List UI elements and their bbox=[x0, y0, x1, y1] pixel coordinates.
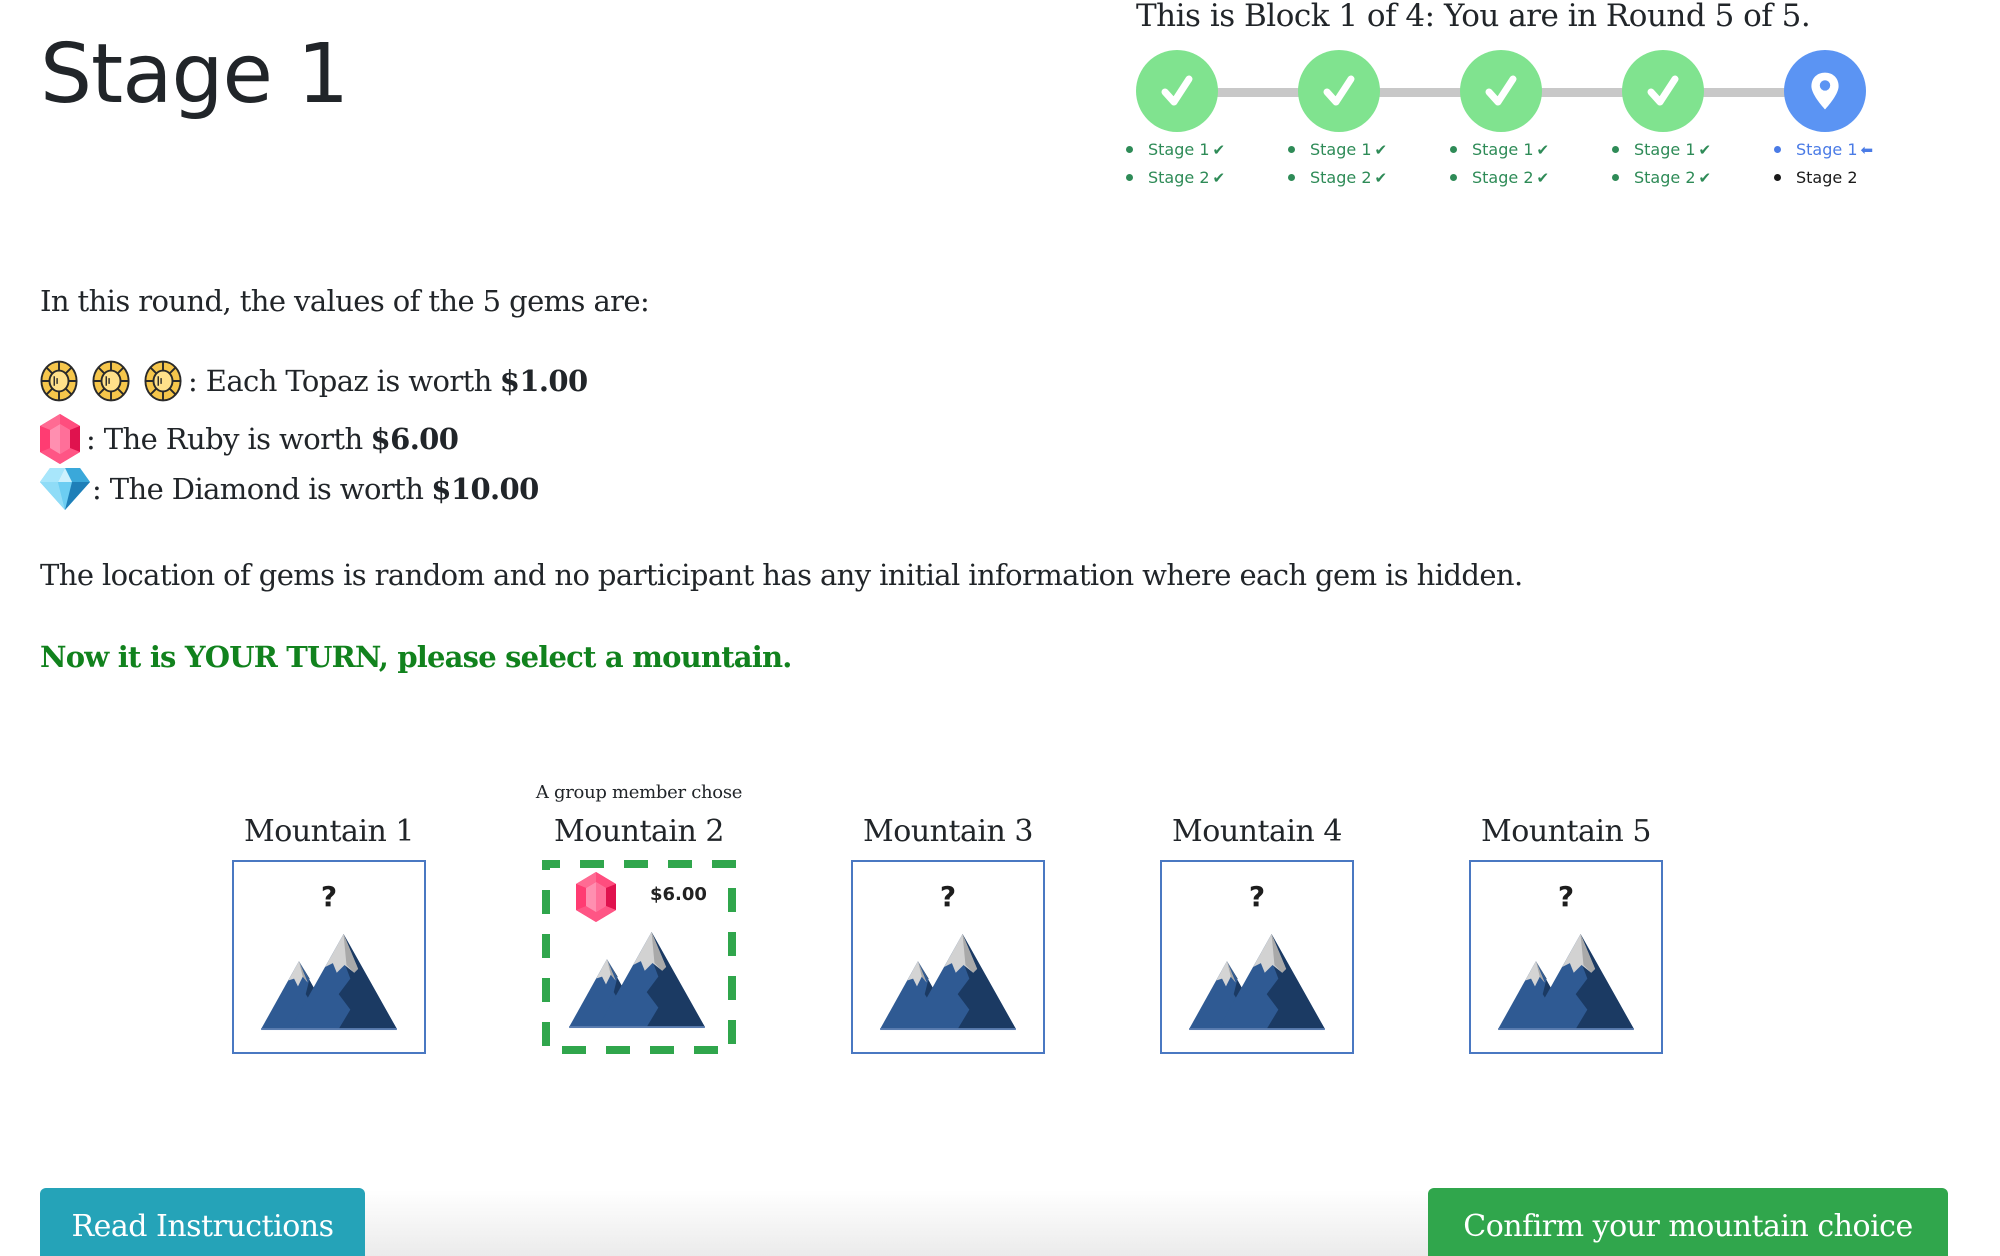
mountain-1-option[interactable]: ? bbox=[232, 860, 426, 1054]
round-step-3: Stage 1 ✔ Stage 2 ✔ bbox=[1450, 50, 1549, 187]
round-stage-list: Stage 1 ✔ Stage 2 ✔ bbox=[1286, 136, 1387, 192]
checkmark-icon: ✔ bbox=[1212, 141, 1226, 159]
round-stage-list: Stage 1 ✔ Stage 2 ✔ bbox=[1448, 136, 1549, 192]
mountain-icon bbox=[880, 934, 1016, 1031]
page-title: Stage 1 bbox=[40, 27, 349, 122]
stage-item: Stage 1 ✔ bbox=[1124, 136, 1225, 164]
stage-item: Stage 1 ✔ bbox=[1610, 136, 1711, 164]
stage-item: Stage 2 ✔ bbox=[1286, 164, 1387, 192]
stage-item: Stage 2 ✔ bbox=[1448, 164, 1549, 192]
ruby-text: : The Ruby is worth bbox=[86, 422, 363, 456]
round-step-circle bbox=[1460, 50, 1542, 132]
checkmark-icon: ✔ bbox=[1698, 169, 1712, 187]
check-icon bbox=[1319, 71, 1359, 111]
round-step-circle bbox=[1784, 50, 1866, 132]
round-stage-list: Stage 1 ✔ Stage 2 ✔ bbox=[1124, 136, 1225, 192]
gem-location-info: The location of gems is random and no pa… bbox=[40, 558, 1523, 592]
mountain-label: Mountain 5 bbox=[1481, 814, 1651, 849]
checkmark-icon: ✔ bbox=[1374, 141, 1388, 159]
progress-title: This is Block 1 of 4: You are in Round 5… bbox=[1136, 0, 1811, 34]
diamond-value: $10.00 bbox=[431, 472, 539, 506]
gem-values-intro: In this round, the values of the 5 gems … bbox=[40, 284, 650, 318]
ruby-icon bbox=[40, 414, 80, 464]
mountain-icon bbox=[1189, 934, 1325, 1031]
round-step-1: Stage 1 ✔ Stage 2 ✔ bbox=[1126, 50, 1225, 187]
round-step-2: Stage 1 ✔ Stage 2 ✔ bbox=[1288, 50, 1387, 187]
round-stage-list: Stage 1 ⬅ Stage 2 bbox=[1772, 136, 1873, 191]
round-step-4: Stage 1 ✔ Stage 2 ✔ bbox=[1612, 50, 1711, 187]
mountain-label: Mountain 1 bbox=[244, 814, 414, 849]
stage-item: Stage 1 ✔ bbox=[1286, 136, 1387, 164]
topaz-icon bbox=[40, 360, 78, 402]
topaz-icon bbox=[144, 360, 182, 402]
mountain-3-option[interactable]: ? bbox=[851, 860, 1045, 1054]
round-step-circle bbox=[1298, 50, 1380, 132]
round-step-circle bbox=[1622, 50, 1704, 132]
diamond-text: : The Diamond is worth bbox=[92, 472, 424, 506]
check-icon bbox=[1481, 71, 1521, 111]
check-icon bbox=[1643, 71, 1683, 111]
round-step-5-current: Stage 1 ⬅ Stage 2 bbox=[1774, 50, 1873, 187]
ruby-row: : The Ruby is worth $6.00 bbox=[40, 414, 459, 464]
mountain-2-option-chosen[interactable]: $6.00 bbox=[542, 860, 736, 1054]
round-stage-list: Stage 1 ✔ Stage 2 ✔ bbox=[1610, 136, 1711, 192]
arrow-left-icon: ⬅ bbox=[1860, 141, 1874, 159]
topaz-icon bbox=[92, 360, 130, 402]
topaz-value: $1.00 bbox=[499, 364, 588, 398]
unknown-gem-placeholder: ? bbox=[1248, 880, 1266, 913]
stage-item: Stage 1 ✔ bbox=[1448, 136, 1549, 164]
stage-item-current: Stage 1 ⬅ bbox=[1772, 136, 1873, 164]
ruby-value: $6.00 bbox=[370, 422, 459, 456]
mountain-icon bbox=[569, 932, 705, 1029]
mountain-5: Mountain 5 ? bbox=[1469, 812, 1663, 1054]
read-instructions-button[interactable]: Read Instructions bbox=[40, 1188, 365, 1256]
mountain-icon bbox=[261, 934, 397, 1031]
confirm-mountain-button[interactable]: Confirm your mountain choice bbox=[1428, 1188, 1948, 1256]
topaz-row: : Each Topaz is worth $1.00 bbox=[40, 360, 588, 402]
stage-item-pending: Stage 2 bbox=[1772, 164, 1873, 191]
checkmark-icon: ✔ bbox=[1536, 141, 1550, 159]
unknown-gem-placeholder: ? bbox=[939, 880, 957, 913]
revealed-gem-value: $6.00 bbox=[650, 884, 707, 905]
stage-item: Stage 2 ✔ bbox=[1610, 164, 1711, 192]
mountain-label: Mountain 4 bbox=[1172, 814, 1342, 849]
your-turn-prompt: Now it is YOUR TURN, please select a mou… bbox=[40, 640, 792, 674]
mountain-4: Mountain 4 ? bbox=[1160, 812, 1354, 1054]
mountain-icon bbox=[1498, 934, 1634, 1031]
checkmark-icon: ✔ bbox=[1536, 169, 1550, 187]
checkmark-icon: ✔ bbox=[1212, 169, 1226, 187]
diamond-icon bbox=[40, 468, 90, 510]
check-icon bbox=[1157, 71, 1197, 111]
map-pin-icon bbox=[1809, 71, 1841, 111]
mountain-label: Mountain 3 bbox=[863, 814, 1033, 849]
mountain-label: Mountain 2 bbox=[554, 814, 724, 849]
mountain-2: A group member chose Mountain 2 $6.00 bbox=[536, 782, 742, 1054]
unknown-gem-placeholder: ? bbox=[1557, 880, 1575, 913]
unknown-gem-placeholder: ? bbox=[320, 880, 338, 913]
stage-item: Stage 2 ✔ bbox=[1124, 164, 1225, 192]
topaz-text: : Each Topaz is worth bbox=[188, 364, 492, 398]
round-step-circle bbox=[1136, 50, 1218, 132]
mountain-3: Mountain 3 ? bbox=[851, 812, 1045, 1054]
mountain-4-option[interactable]: ? bbox=[1160, 860, 1354, 1054]
ruby-icon bbox=[576, 872, 616, 922]
diamond-row: : The Diamond is worth $10.00 bbox=[40, 468, 539, 510]
checkmark-icon: ✔ bbox=[1698, 141, 1712, 159]
mountain-1: Mountain 1 ? bbox=[232, 812, 426, 1054]
group-member-chose-note: A group member chose bbox=[535, 782, 743, 803]
mountain-5-option[interactable]: ? bbox=[1469, 860, 1663, 1054]
checkmark-icon: ✔ bbox=[1374, 169, 1388, 187]
